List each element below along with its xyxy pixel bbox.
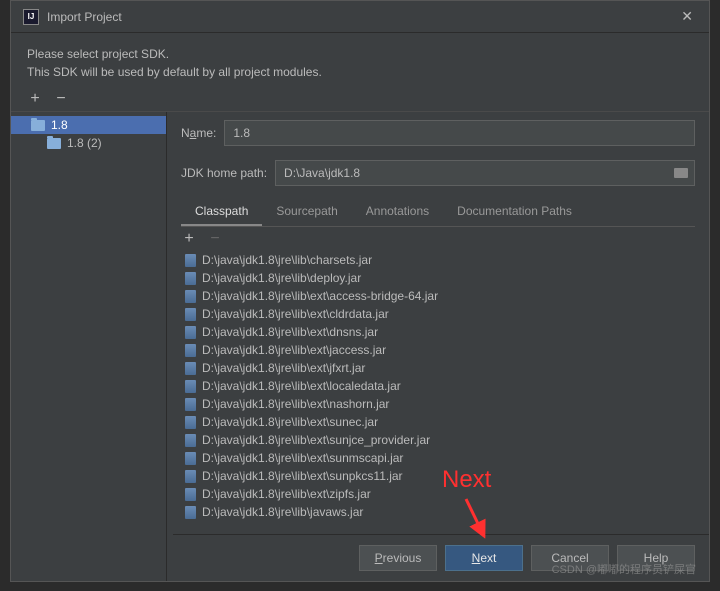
browse-folder-icon[interactable] xyxy=(668,168,694,178)
jar-icon xyxy=(185,254,196,267)
list-item[interactable]: D:\java\jdk1.8\jre\lib\ext\jaccess.jar xyxy=(181,341,695,359)
tab-bar: ClasspathSourcepathAnnotationsDocumentat… xyxy=(181,198,695,227)
list-item-path: D:\java\jdk1.8\jre\lib\ext\sunec.jar xyxy=(202,415,378,429)
remove-sdk-icon[interactable]: − xyxy=(53,91,69,107)
list-item-path: D:\java\jdk1.8\jre\lib\ext\dnsns.jar xyxy=(202,325,378,339)
import-project-dialog: IJ Import Project ✕ Please select projec… xyxy=(10,0,710,582)
list-item-path: D:\java\jdk1.8\jre\lib\ext\cldrdata.jar xyxy=(202,307,389,321)
name-input[interactable] xyxy=(224,120,695,146)
list-item-path: D:\java\jdk1.8\jre\lib\ext\sunmscapi.jar xyxy=(202,451,403,465)
previous-button[interactable]: Previous xyxy=(359,545,437,571)
classpath-toolbar: + − xyxy=(173,227,709,251)
jar-icon xyxy=(185,290,196,303)
list-item[interactable]: D:\java\jdk1.8\jre\lib\ext\sunpkcs11.jar xyxy=(181,467,695,485)
homepath-input[interactable] xyxy=(276,162,668,184)
homepath-input-wrap xyxy=(275,160,695,186)
list-item-path: D:\java\jdk1.8\jre\lib\ext\jaccess.jar xyxy=(202,343,386,357)
list-item-path: D:\java\jdk1.8\jre\lib\ext\jfxrt.jar xyxy=(202,361,365,375)
titlebar: IJ Import Project ✕ xyxy=(11,1,709,33)
classpath-list[interactable]: D:\java\jdk1.8\jre\lib\charsets.jar D:\ja… xyxy=(181,251,695,534)
folder-icon xyxy=(31,120,45,131)
jar-icon xyxy=(185,488,196,501)
list-item[interactable]: D:\java\jdk1.8\jre\lib\ext\access-bridge… xyxy=(181,287,695,305)
tab-sourcepath[interactable]: Sourcepath xyxy=(262,198,351,226)
remove-classpath-icon[interactable]: − xyxy=(207,231,223,247)
list-item[interactable]: D:\java\jdk1.8\jre\lib\deploy.jar xyxy=(181,269,695,287)
add-sdk-icon[interactable]: + xyxy=(27,91,43,107)
close-icon[interactable]: ✕ xyxy=(677,8,697,25)
sidebar-item-sdk[interactable]: 1.8 xyxy=(11,116,166,134)
tab-classpath[interactable]: Classpath xyxy=(181,198,262,226)
list-item[interactable]: D:\java\jdk1.8\jre\lib\ext\localedata.ja… xyxy=(181,377,695,395)
jar-icon xyxy=(185,362,196,375)
name-field-row: Name: xyxy=(173,112,709,152)
sidebar-item-label: 1.8 xyxy=(51,118,68,132)
jar-icon xyxy=(185,344,196,357)
list-item-path: D:\java\jdk1.8\jre\lib\javaws.jar xyxy=(202,505,363,519)
list-item[interactable]: D:\java\jdk1.8\jre\lib\ext\sunjce_provid… xyxy=(181,431,695,449)
sidebar-item-label: 1.8 (2) xyxy=(67,136,102,150)
jar-icon xyxy=(185,272,196,285)
list-item[interactable]: D:\java\jdk1.8\jre\lib\ext\jfxrt.jar xyxy=(181,359,695,377)
list-item[interactable]: D:\java\jdk1.8\jre\lib\charsets.jar xyxy=(181,251,695,269)
list-item-path: D:\java\jdk1.8\jre\lib\ext\zipfs.jar xyxy=(202,487,371,501)
list-item[interactable]: D:\java\jdk1.8\jre\lib\javaws.jar xyxy=(181,503,695,521)
list-item[interactable]: D:\java\jdk1.8\jre\lib\ext\zipfs.jar xyxy=(181,485,695,503)
next-button[interactable]: Next xyxy=(445,545,523,571)
watermark: CSDN @嘟嘟的程序员铲屎官 xyxy=(552,561,696,577)
main-area: 1.8 1.8 (2) Name: JDK home path: Classpat… xyxy=(11,112,709,581)
app-icon: IJ xyxy=(23,9,39,25)
list-item[interactable]: D:\java\jdk1.8\jre\lib\ext\dnsns.jar xyxy=(181,323,695,341)
add-classpath-icon[interactable]: + xyxy=(181,231,197,247)
list-item-path: D:\java\jdk1.8\jre\lib\ext\sunjce_provid… xyxy=(202,433,430,447)
list-item[interactable]: D:\java\jdk1.8\jre\lib\ext\nashorn.jar xyxy=(181,395,695,413)
jar-icon xyxy=(185,434,196,447)
jar-icon xyxy=(185,470,196,483)
sidebar-item-sdk[interactable]: 1.8 (2) xyxy=(11,134,166,152)
jar-icon xyxy=(185,506,196,519)
jar-icon xyxy=(185,398,196,411)
list-item-path: D:\java\jdk1.8\jre\lib\charsets.jar xyxy=(202,253,372,267)
jar-icon xyxy=(185,308,196,321)
jar-icon xyxy=(185,452,196,465)
sdk-detail-pane: Name: JDK home path: ClasspathSourcepath… xyxy=(167,112,709,581)
list-item-path: D:\java\jdk1.8\jre\lib\ext\access-bridge… xyxy=(202,289,438,303)
folder-icon xyxy=(47,138,61,149)
list-item-path: D:\java\jdk1.8\jre\lib\ext\nashorn.jar xyxy=(202,397,389,411)
sdk-list: 1.8 1.8 (2) xyxy=(11,112,167,581)
list-item[interactable]: D:\java\jdk1.8\jre\lib\ext\sunmscapi.jar xyxy=(181,449,695,467)
homepath-label: JDK home path: xyxy=(181,166,267,180)
jar-icon xyxy=(185,326,196,339)
list-item-path: D:\java\jdk1.8\jre\lib\deploy.jar xyxy=(202,271,361,285)
name-label: Name: xyxy=(181,126,216,140)
instruction-text: Please select project SDK. This SDK will… xyxy=(11,33,709,87)
jar-icon xyxy=(185,380,196,393)
homepath-field-row: JDK home path: xyxy=(173,152,709,192)
list-item-path: D:\java\jdk1.8\jre\lib\ext\localedata.ja… xyxy=(202,379,401,393)
list-item-path: D:\java\jdk1.8\jre\lib\ext\sunpkcs11.jar xyxy=(202,469,403,483)
list-item[interactable]: D:\java\jdk1.8\jre\lib\ext\sunec.jar xyxy=(181,413,695,431)
jar-icon xyxy=(185,416,196,429)
sdk-toolbar: + − xyxy=(11,87,709,112)
dialog-title: Import Project xyxy=(47,10,677,24)
list-item[interactable]: D:\java\jdk1.8\jre\lib\ext\cldrdata.jar xyxy=(181,305,695,323)
tab-documentation-paths[interactable]: Documentation Paths xyxy=(443,198,586,226)
tab-annotations[interactable]: Annotations xyxy=(352,198,443,226)
